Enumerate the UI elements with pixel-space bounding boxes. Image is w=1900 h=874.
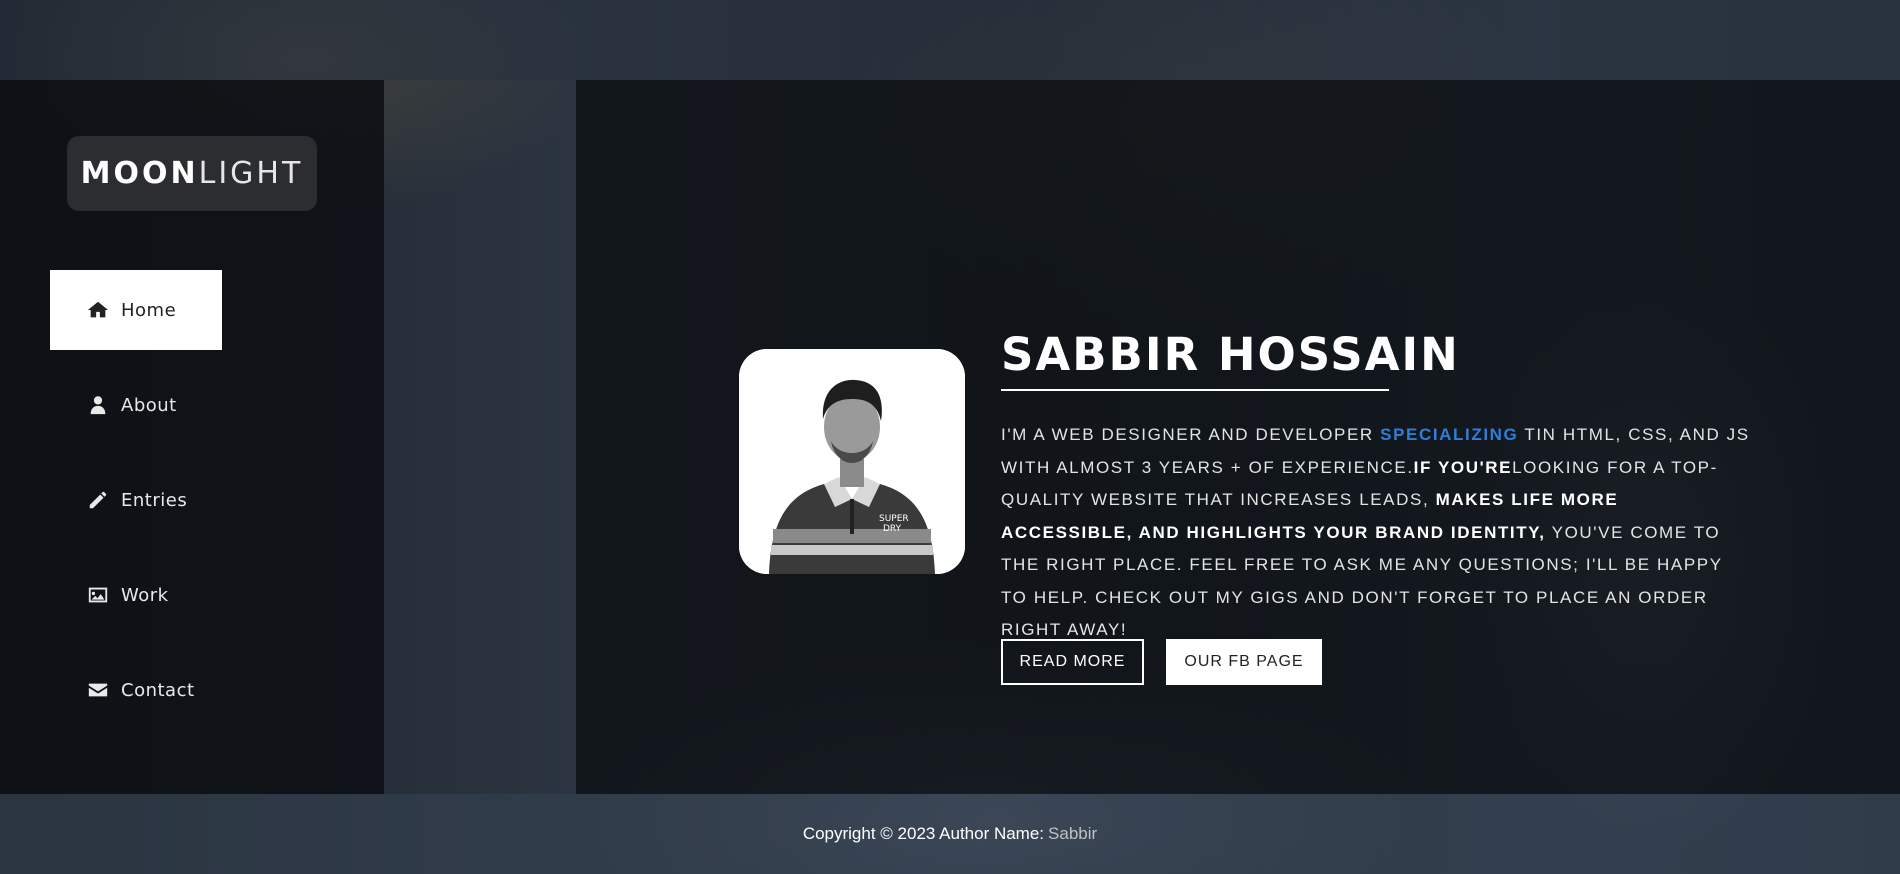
image-icon xyxy=(87,584,121,606)
hero-name: SABBIR HOSSAIN xyxy=(1001,328,1458,391)
top-band xyxy=(0,0,1900,80)
bio-bold: IF YOU'RE xyxy=(1413,457,1513,477)
nav-item-label: About xyxy=(121,394,177,416)
author-name-link[interactable]: Sabbir xyxy=(1048,824,1097,844)
nav-item-label: Home xyxy=(121,299,177,321)
envelope-icon xyxy=(87,679,121,701)
nav-item-work[interactable]: Work xyxy=(50,555,222,635)
nav-item-contact[interactable]: Contact xyxy=(50,650,222,730)
logo-light: LIGHT xyxy=(198,156,304,191)
nav-item-about[interactable]: About xyxy=(50,365,222,445)
nav-item-entries[interactable]: Entries xyxy=(50,460,222,540)
logo-bold: MOON xyxy=(80,156,199,191)
svg-text:SUPER: SUPER xyxy=(879,514,909,524)
nav-item-label: Contact xyxy=(121,679,195,701)
nav-item-label: Entries xyxy=(121,489,188,511)
nav-item-label: Work xyxy=(121,584,169,606)
main-nav: Home About Entries Work Contact xyxy=(50,270,300,745)
bio-highlight: SPECIALIZING xyxy=(1380,425,1519,444)
pencil-icon xyxy=(87,489,121,511)
nav-item-home[interactable]: Home xyxy=(50,270,222,350)
sidebar: MOON LIGHT Home About Entries Work Conta… xyxy=(0,80,384,794)
profile-photo: SUPER DRY xyxy=(739,349,965,574)
svg-text:DRY: DRY xyxy=(883,524,902,534)
bio-text: I'M A WEB DESIGNER AND DEVELOPER xyxy=(1001,425,1381,444)
site-logo[interactable]: MOON LIGHT xyxy=(67,136,317,211)
user-icon xyxy=(87,394,121,416)
hero-bio: I'M A WEB DESIGNER AND DEVELOPER SPECIAL… xyxy=(1001,419,1751,647)
home-icon xyxy=(87,299,121,321)
hero-panel: SUPER DRY SABBIR HOSSAIN I'M A WEB DESIG… xyxy=(576,80,1900,794)
read-more-button[interactable]: READ MORE xyxy=(1001,639,1144,685)
footer: Copyright © 2023 Author Name: Sabbir xyxy=(0,794,1900,874)
fb-page-button[interactable]: OUR FB PAGE xyxy=(1166,639,1322,685)
copyright-text: Copyright © 2023 Author Name: xyxy=(802,824,1045,843)
